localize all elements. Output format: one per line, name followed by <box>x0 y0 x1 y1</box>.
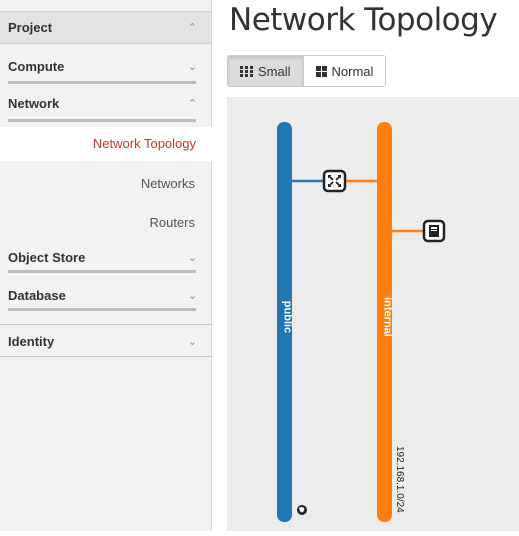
sidebar-network-label: Network <box>8 95 60 111</box>
divider <box>8 81 196 84</box>
sidebar-identity[interactable]: Identity ⌄ <box>0 326 211 356</box>
sidebar-item-networks[interactable]: Networks <box>0 170 211 198</box>
network-public-label: public <box>282 301 294 333</box>
divider <box>8 270 196 273</box>
chevron-up-icon: ⌃ <box>187 22 197 34</box>
grid-large-icon <box>315 65 327 77</box>
divider <box>8 119 196 122</box>
network-internal-cidr: 192.168.1.0/24 <box>394 446 405 513</box>
sidebar-compute[interactable]: Compute ⌄ <box>0 54 211 78</box>
topology-canvas: public internal 192.168.1.0/24 <box>227 97 519 531</box>
normal-view-button[interactable]: Normal <box>303 56 386 86</box>
grid-small-icon <box>240 65 253 77</box>
divider <box>0 324 211 325</box>
topology-svg: public internal 192.168.1.0/24 <box>277 122 446 522</box>
sidebar-item-routers[interactable]: Routers <box>0 209 211 237</box>
sidebar-compute-label: Compute <box>8 58 65 74</box>
small-view-button[interactable]: Small <box>228 56 304 86</box>
network-internal-label: internal <box>382 297 394 337</box>
view-size-toggle: Small Normal <box>227 55 387 87</box>
sidebar-item-label: Routers <box>149 215 195 230</box>
globe-icon <box>297 505 307 515</box>
chevron-down-icon: ⌄ <box>187 251 197 264</box>
sidebar-database-label: Database <box>8 287 66 303</box>
divider <box>0 356 211 357</box>
router-icon[interactable] <box>322 169 347 193</box>
chevron-up-icon: ⌃ <box>187 97 197 110</box>
instance-icon[interactable] <box>422 219 446 243</box>
chevron-down-icon: ⌄ <box>187 60 197 73</box>
sidebar-item-network-topology[interactable]: Network Topology <box>0 127 212 161</box>
chevron-down-icon: ⌄ <box>187 289 197 302</box>
sidebar-object-store-label: Object Store <box>8 249 86 265</box>
sidebar-project[interactable]: Project ⌃ <box>0 11 211 44</box>
sidebar-object-store[interactable]: Object Store ⌄ <box>0 245 211 269</box>
sidebar-identity-label: Identity <box>8 333 55 349</box>
normal-view-label: Normal <box>331 63 374 79</box>
sidebar-project-label: Project <box>8 20 53 35</box>
chevron-down-icon: ⌄ <box>187 335 197 348</box>
page-title: Network Topology <box>229 2 498 38</box>
sidebar-item-label: Network Topology <box>92 136 196 151</box>
sidebar-network[interactable]: Network ⌃ <box>0 91 211 115</box>
small-view-label: Small <box>258 63 291 79</box>
sidebar-item-label: Networks <box>140 176 195 191</box>
sidebar-database[interactable]: Database ⌄ <box>0 283 211 307</box>
sidebar: Project ⌃ Compute ⌄ Network ⌃ Network To… <box>0 0 212 531</box>
divider <box>8 308 196 311</box>
